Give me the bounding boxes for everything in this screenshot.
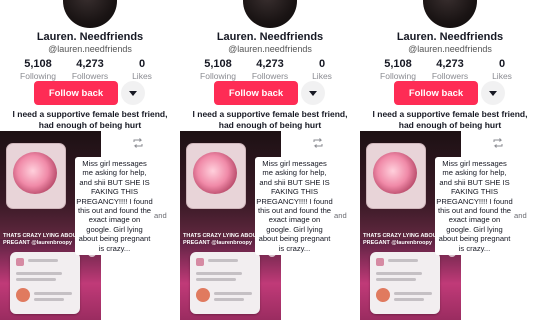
following-label: Following bbox=[200, 71, 236, 81]
more-options-button[interactable] bbox=[301, 81, 325, 105]
profile-bio: I need a supportive female best friend, … bbox=[372, 109, 528, 130]
message-card-image bbox=[190, 252, 260, 314]
repost-icon[interactable] bbox=[492, 138, 504, 148]
more-options-button[interactable] bbox=[481, 81, 505, 105]
followers-count: 4,273 bbox=[436, 58, 464, 70]
profile-panel-2: Lauren. Needfriends @lauren.needfriends … bbox=[180, 0, 360, 320]
following-label: Following bbox=[380, 71, 416, 81]
likes-count: 0 bbox=[318, 58, 326, 70]
likes-label: Likes bbox=[492, 71, 512, 81]
profile-name: Lauren. Needfriends bbox=[36, 31, 144, 43]
stat-following[interactable]: 5,108 Following bbox=[18, 58, 58, 81]
stat-following[interactable]: 5,108 Following bbox=[378, 58, 418, 81]
profile-handle: @lauren.needfriends bbox=[48, 44, 132, 54]
likes-label: Likes bbox=[312, 71, 332, 81]
repost-icon[interactable] bbox=[132, 138, 144, 148]
message-card-image bbox=[10, 252, 80, 314]
stat-likes[interactable]: 0 Likes bbox=[122, 58, 162, 81]
profile-name: Lauren. Needfriends bbox=[216, 31, 324, 43]
ultrasound-image bbox=[366, 143, 426, 209]
trailing-text: and bbox=[154, 211, 167, 220]
chevron-down-icon bbox=[129, 90, 137, 96]
following-count: 5,108 bbox=[384, 58, 412, 70]
message-card-image bbox=[370, 252, 440, 314]
followers-count: 4,273 bbox=[76, 58, 104, 70]
trailing-text: and bbox=[514, 211, 527, 220]
profile-panel-3: Lauren. Needfriends @lauren.needfriends … bbox=[360, 0, 540, 320]
following-count: 5,108 bbox=[204, 58, 232, 70]
ultrasound-image bbox=[6, 143, 66, 209]
post-note-text: Miss girl messages me asking for help, a… bbox=[435, 157, 514, 256]
stat-followers[interactable]: 4,273 Followers bbox=[430, 58, 470, 81]
repost-icon[interactable] bbox=[312, 138, 324, 148]
followers-label: Followers bbox=[71, 71, 109, 81]
profile-bio: I need a supportive female best friend, … bbox=[12, 109, 168, 130]
followers-label: Followers bbox=[251, 71, 289, 81]
chevron-down-icon bbox=[489, 90, 497, 96]
following-label: Following bbox=[20, 71, 56, 81]
likes-count: 0 bbox=[138, 58, 146, 70]
avatar[interactable] bbox=[243, 0, 297, 28]
more-options-button[interactable] bbox=[121, 81, 145, 105]
stat-likes[interactable]: 0 Likes bbox=[482, 58, 522, 81]
avatar[interactable] bbox=[63, 0, 117, 28]
followers-label: Followers bbox=[431, 71, 469, 81]
profile-handle: @lauren.needfriends bbox=[408, 44, 492, 54]
stat-likes[interactable]: 0 Likes bbox=[302, 58, 342, 81]
stat-followers[interactable]: 4,273 Followers bbox=[250, 58, 290, 81]
following-count: 5,108 bbox=[24, 58, 52, 70]
trailing-text: and bbox=[334, 211, 347, 220]
ultrasound-image bbox=[186, 143, 246, 209]
post-note-text: Miss girl messages me asking for help, a… bbox=[255, 157, 334, 256]
likes-count: 0 bbox=[498, 58, 506, 70]
follow-back-button[interactable]: Follow back bbox=[214, 81, 298, 105]
follow-back-button[interactable]: Follow back bbox=[394, 81, 478, 105]
stat-following[interactable]: 5,108 Following bbox=[198, 58, 238, 81]
avatar[interactable] bbox=[423, 0, 477, 28]
stat-followers[interactable]: 4,273 Followers bbox=[70, 58, 110, 81]
followers-count: 4,273 bbox=[256, 58, 284, 70]
profile-name: Lauren. Needfriends bbox=[396, 31, 504, 43]
profile-handle: @lauren.needfriends bbox=[228, 44, 312, 54]
follow-back-button[interactable]: Follow back bbox=[34, 81, 118, 105]
post-note-text: Miss girl messages me asking for help, a… bbox=[75, 157, 154, 256]
chevron-down-icon bbox=[309, 90, 317, 96]
likes-label: Likes bbox=[132, 71, 152, 81]
profile-panel-1: Lauren. Needfriends @lauren.needfriends … bbox=[0, 0, 180, 320]
profile-bio: I need a supportive female best friend, … bbox=[192, 109, 348, 130]
